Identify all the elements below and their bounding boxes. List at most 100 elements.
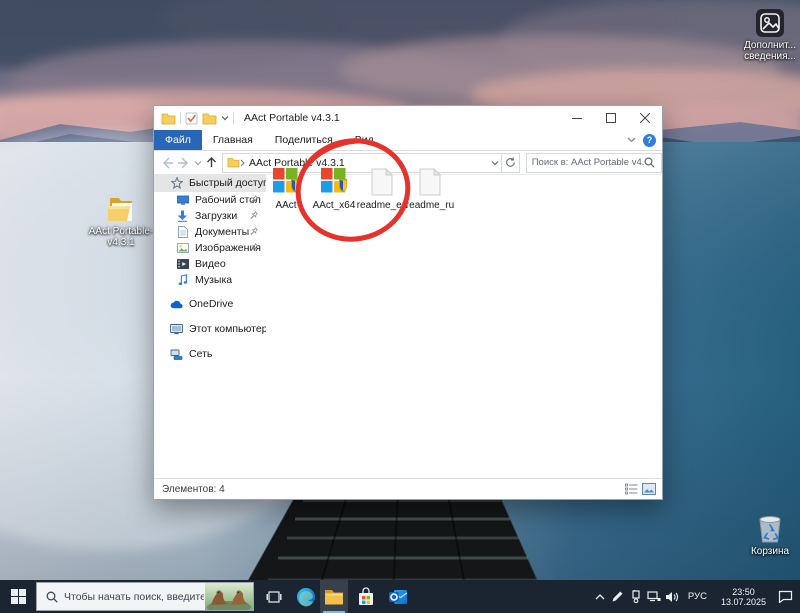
tab-file[interactable]: Файл xyxy=(154,130,202,150)
address-folder-icon xyxy=(227,157,240,168)
breadcrumb-chevron-icon xyxy=(240,159,246,167)
divider xyxy=(180,112,181,124)
file-list: AAct AAct_x64 xyxy=(262,168,660,288)
onedrive-cloud-icon xyxy=(170,298,183,311)
forward-icon[interactable] xyxy=(177,157,191,169)
taskbar: РУС 23:50 13.07.2025 xyxy=(0,580,800,613)
tab-share[interactable]: Поделиться xyxy=(264,130,344,150)
close-button[interactable] xyxy=(628,106,662,130)
system-tray: РУС 23:50 13.07.2025 xyxy=(592,580,800,613)
file-name: AAct_x64 xyxy=(313,200,356,211)
pin-icon xyxy=(250,243,258,252)
sidebar-item-quick-access[interactable]: Быстрый доступ xyxy=(154,174,266,192)
file-item-aact-x64[interactable]: AAct_x64 xyxy=(310,168,358,288)
start-button[interactable] xyxy=(0,580,36,613)
view-switcher xyxy=(625,483,656,495)
taskbar-store-button[interactable] xyxy=(352,580,380,613)
pen-tray-button[interactable] xyxy=(610,580,626,613)
this-pc-icon xyxy=(170,323,183,336)
maximize-icon xyxy=(606,113,616,123)
pictures-icon xyxy=(176,242,189,255)
thumbnail-view-icon[interactable] xyxy=(642,483,656,495)
sidebar-item-pictures[interactable]: Изображения xyxy=(154,240,266,256)
expand-ribbon-chevron-icon[interactable] xyxy=(627,137,636,143)
desktop-icon-label: AAct Portable- v4.3.1 xyxy=(89,226,153,248)
customize-toolbar-chevron-icon[interactable] xyxy=(221,115,229,121)
sidebar-item-desktop[interactable]: Рабочий стол xyxy=(154,192,266,208)
up-icon[interactable] xyxy=(205,156,218,169)
sidebar-item-onedrive[interactable]: OneDrive xyxy=(154,295,266,313)
quick-access-toolbar xyxy=(154,112,234,125)
details-view-icon[interactable] xyxy=(625,483,638,495)
pen-icon xyxy=(611,590,624,603)
sidebar-item-music[interactable]: Музыка xyxy=(154,272,266,288)
windows-app-shield-icon xyxy=(321,168,347,196)
text-file-icon xyxy=(369,168,395,196)
sidebar-item-documents[interactable]: Документы xyxy=(154,224,266,240)
search-icon xyxy=(644,157,655,168)
music-note-icon xyxy=(176,274,189,287)
usb-device-icon xyxy=(630,590,642,603)
explorer-search-input[interactable] xyxy=(532,157,644,168)
document-icon xyxy=(176,226,189,239)
taskbar-edge-button[interactable] xyxy=(292,580,320,613)
back-icon[interactable] xyxy=(160,157,174,169)
desktop-icon-recycle-bin[interactable]: Корзина xyxy=(742,512,798,557)
address-dropdown-chevron-icon[interactable] xyxy=(491,160,499,166)
microsoft-store-icon xyxy=(357,587,375,607)
task-view-button[interactable] xyxy=(260,580,288,613)
windows-start-icon xyxy=(11,589,26,604)
sidebar-item-network[interactable]: Сеть xyxy=(154,345,266,363)
folder-open-icon xyxy=(104,194,138,224)
taskbar-outlook-button[interactable] xyxy=(384,580,412,613)
recycle-bin-icon xyxy=(757,512,783,544)
desktop-icon-label: Корзина xyxy=(751,546,789,557)
network-tray-button[interactable] xyxy=(646,580,662,613)
language-indicator[interactable]: РУС xyxy=(682,591,713,602)
help-button[interactable]: ? xyxy=(643,134,656,147)
new-folder-icon[interactable] xyxy=(202,112,217,125)
quick-access-star-icon xyxy=(170,177,183,190)
hidden-icons-chevron[interactable] xyxy=(592,580,608,613)
taskbar-explorer-button[interactable] xyxy=(320,580,348,613)
videos-icon xyxy=(176,258,189,271)
title-bar[interactable]: AAct Portable v4.3.1 xyxy=(154,106,662,130)
breadcrumb[interactable]: AAct Portable v4.3.1 xyxy=(249,157,345,169)
minimize-button[interactable] xyxy=(560,106,594,130)
volume-tray-button[interactable] xyxy=(664,580,680,613)
downloads-arrow-icon xyxy=(176,210,189,223)
recent-locations-chevron-icon[interactable] xyxy=(194,160,202,166)
pin-icon xyxy=(250,195,258,204)
search-highlight-picture[interactable] xyxy=(205,583,253,610)
file-item-readme-ru[interactable]: readme_ru xyxy=(406,168,454,288)
edge-icon xyxy=(296,587,316,607)
file-name: AAct xyxy=(275,200,296,211)
windows-app-shield-icon xyxy=(273,168,299,196)
sidebar-item-this-pc[interactable]: Этот компьютер xyxy=(154,320,266,338)
network-icon xyxy=(170,348,183,361)
properties-check-icon[interactable] xyxy=(185,112,198,125)
ribbon-right-controls: ? xyxy=(627,130,656,150)
chevron-up-icon xyxy=(595,594,605,600)
close-icon xyxy=(640,113,650,123)
refresh-icon xyxy=(505,157,516,168)
file-item-aact[interactable]: AAct xyxy=(262,168,310,288)
action-center-button[interactable] xyxy=(774,580,796,613)
sidebar-item-downloads[interactable]: Загрузки xyxy=(154,208,266,224)
search-icon xyxy=(46,591,58,603)
desktop-icon-info-image[interactable]: Дополнит... сведения... xyxy=(742,8,798,62)
desktop-icon-aact-folder[interactable]: AAct Portable- v4.3.1 xyxy=(88,194,154,248)
tab-view[interactable]: Вид xyxy=(344,130,385,150)
safely-remove-hardware-button[interactable] xyxy=(628,580,644,613)
maximize-button[interactable] xyxy=(594,106,628,130)
taskbar-search-box[interactable] xyxy=(36,582,254,611)
pin-icon xyxy=(250,211,258,220)
explorer-window: AAct Portable v4.3.1 Файл Главная Подели… xyxy=(153,105,663,500)
taskbar-search-input[interactable] xyxy=(64,591,204,603)
file-item-readme-en[interactable]: readme_en xyxy=(358,168,406,288)
taskbar-clock[interactable]: 23:50 13.07.2025 xyxy=(715,587,772,607)
sidebar-item-videos[interactable]: Видео xyxy=(154,256,266,272)
tab-home[interactable]: Главная xyxy=(202,130,264,150)
clock-date: 13.07.2025 xyxy=(721,597,766,607)
desktop: AAct Portable- v4.3.1 Дополнит... сведен… xyxy=(0,0,800,613)
